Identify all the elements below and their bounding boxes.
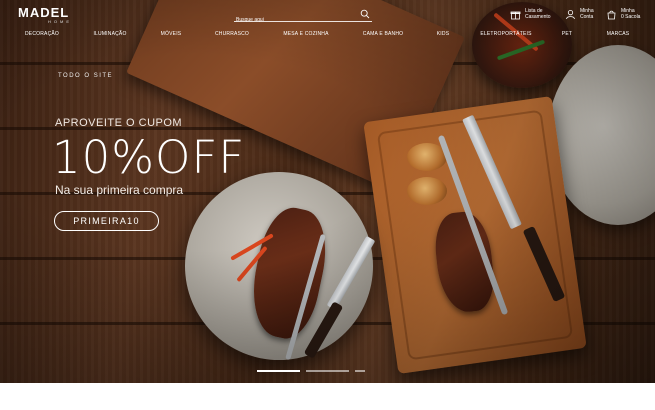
breadcrumb[interactable]: TODO O SITE (58, 73, 113, 79)
account-link[interactable]: Minha Conta (565, 8, 594, 20)
bag-line2-label: Sacola (625, 14, 641, 20)
user-icon (566, 9, 575, 19)
bag-line2: 0 Sacola (621, 14, 640, 20)
brand-sub: HOME (48, 19, 72, 24)
promo-pretitle: APROVEITE O CUPOM (55, 117, 183, 129)
search-input[interactable] (234, 14, 352, 26)
slider-dots (0, 370, 655, 374)
slider-dot-1[interactable] (257, 370, 300, 372)
gift-icon (510, 11, 521, 19)
promo-title: 10%OFF (52, 131, 246, 184)
brand-logo[interactable]: MADEL HOME (18, 5, 70, 24)
nav-item-decoracao[interactable]: DECORAÇÃO (25, 31, 59, 37)
coupon-code-button[interactable]: PRIMEIRA10 (54, 211, 159, 231)
search-icon[interactable] (360, 9, 370, 19)
nav-item-mesa-cozinha[interactable]: MESA E COZINHA (283, 31, 328, 37)
nav-item-moveis[interactable]: MÓVEIS (161, 31, 182, 37)
slider-dot-2[interactable] (306, 370, 349, 372)
nav-item-kids[interactable]: KIDS (437, 31, 449, 37)
nav-item-eletroportateis[interactable]: ELETROPORTÁTEIS (480, 31, 531, 37)
wedding-list-link[interactable]: Lista de Casamento (510, 8, 551, 20)
bag-link[interactable]: Minha 0 Sacola (606, 8, 640, 20)
nav-item-cama-banho[interactable]: CAMA E BANHO (363, 31, 403, 37)
nav-item-iluminacao[interactable]: ILUMINAÇÃO (93, 31, 126, 37)
account-line2: Conta (580, 14, 594, 20)
search-box (234, 8, 372, 26)
nav-item-pet[interactable]: PET (562, 31, 572, 37)
main-nav: DECORAÇÃO ILUMINAÇÃO MÓVEIS CHURRASCO ME… (0, 31, 655, 41)
bag-icon (607, 10, 616, 19)
page-bottom (0, 383, 655, 410)
slider-dot-3[interactable] (355, 370, 365, 372)
nav-item-marcas[interactable]: MARCAS (607, 31, 630, 37)
wedding-list-line2: Casamento (525, 14, 551, 20)
site-header: MADEL HOME Lista de Casamento Minha Cont… (0, 0, 655, 44)
brand-name: MADEL (18, 5, 70, 20)
nav-item-churrasco[interactable]: CHURRASCO (215, 31, 249, 37)
promo-subtitle: Na sua primeira compra (55, 183, 184, 197)
bag-count-badge: 0 (621, 14, 624, 20)
